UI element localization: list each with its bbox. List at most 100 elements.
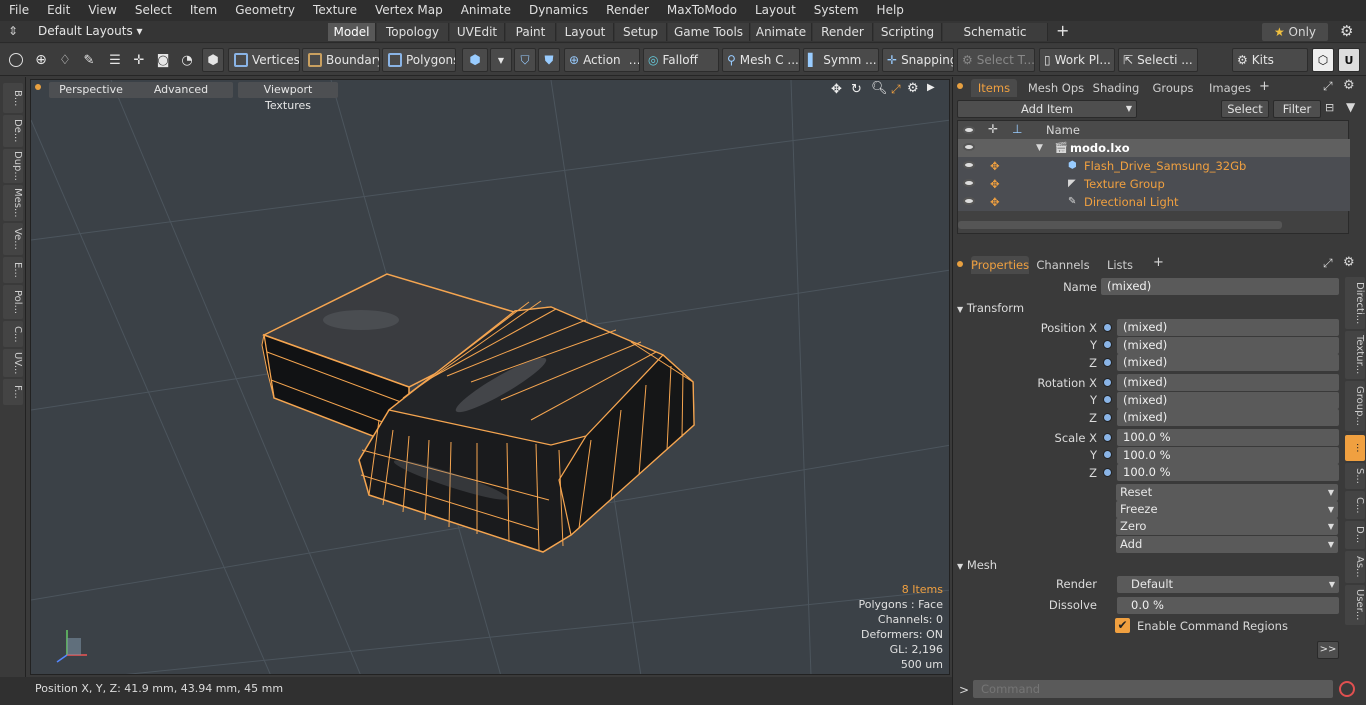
tab-layout[interactable]: Layout [557, 23, 614, 41]
scale-z-anim-dot[interactable] [1103, 468, 1112, 477]
add-properties-tab-button[interactable]: + [1153, 255, 1164, 270]
left-tab-basic[interactable]: B... [3, 83, 23, 113]
position-x-field[interactable]: (mixed) [1117, 319, 1339, 336]
menu-item[interactable]: Item [181, 0, 226, 21]
tab-lists[interactable]: Lists [1099, 256, 1141, 274]
symmetry-button[interactable]: ▌ Symm ... [803, 48, 879, 72]
work-plane-button[interactable]: ▯ Work Pl... [1039, 48, 1115, 72]
layout-selector[interactable]: Default Layouts ▾ [38, 24, 143, 38]
scale-x-field[interactable]: 100.0 % [1117, 429, 1339, 446]
rotation-z-anim-dot[interactable] [1103, 413, 1112, 422]
right-tab-as[interactable]: As... [1345, 551, 1365, 583]
rotation-x-field[interactable]: (mixed) [1117, 374, 1339, 391]
viewport-canvas[interactable] [31, 80, 950, 675]
items-gear-icon[interactable]: ⚙ [1343, 78, 1355, 93]
perspective-button[interactable]: Perspective [49, 82, 133, 98]
position-y-anim-dot[interactable] [1103, 340, 1112, 349]
select-through-button[interactable]: ⚙ Select T... [957, 48, 1035, 72]
tab-setup[interactable]: Setup [615, 23, 667, 41]
boundary-button[interactable]: Boundary [302, 48, 380, 72]
position-z-field[interactable]: (mixed) [1117, 354, 1339, 371]
right-tab-s[interactable]: S... [1345, 463, 1365, 489]
unreal-button[interactable]: U [1338, 48, 1360, 72]
expand-panel-icon[interactable]: ⤢ [1323, 79, 1333, 94]
menu-animate[interactable]: Animate [452, 0, 520, 21]
menu-layout[interactable]: Layout [746, 0, 805, 21]
tab-paint[interactable]: Paint [506, 23, 556, 41]
eye-icon[interactable] [963, 143, 975, 151]
lock-icon[interactable]: ✥ [990, 175, 1000, 193]
action-button[interactable]: ⊕ Action… [564, 48, 640, 72]
add-item-button[interactable]: Add Item ▼ [957, 100, 1137, 118]
right-tab-texture[interactable]: Textur... [1345, 331, 1365, 379]
eye-icon[interactable] [963, 179, 975, 187]
left-tab-polygon[interactable]: Pol... [3, 285, 23, 319]
tab-shading[interactable]: Shading [1089, 79, 1143, 97]
viewport-more-icon[interactable]: ▶ [927, 82, 935, 93]
right-tab-directional[interactable]: Directi... [1345, 277, 1365, 329]
item-mode-button[interactable]: ⬢ [202, 48, 224, 72]
left-tab-mesh[interactable]: Mes... [3, 185, 23, 221]
unity-button[interactable]: ⬡ [1312, 48, 1334, 72]
scale-y-anim-dot[interactable] [1103, 450, 1112, 459]
expand-properties-icon[interactable]: ⤢ [1323, 256, 1333, 271]
name-field[interactable]: (mixed) [1101, 278, 1339, 295]
render-dropdown[interactable]: Default [1117, 576, 1339, 593]
paint-select-button[interactable]: ✎ [78, 48, 100, 72]
right-tab-active[interactable]: ... [1345, 435, 1365, 461]
tab-channels[interactable]: Channels [1035, 256, 1091, 274]
tab-images[interactable]: Images [1203, 79, 1257, 97]
layout-arrows-icon[interactable]: ⇕ [8, 24, 18, 38]
properties-panel-menu-dot[interactable] [957, 261, 963, 267]
more-button[interactable]: >> [1317, 641, 1339, 659]
rotation-y-field[interactable]: (mixed) [1117, 392, 1339, 409]
zero-dropdown[interactable]: Zero [1116, 518, 1338, 535]
properties-gear-icon[interactable]: ⚙ [1343, 255, 1355, 270]
select-mode-button[interactable] [4, 48, 28, 72]
rotation-z-field[interactable]: (mixed) [1117, 409, 1339, 426]
command-input[interactable] [973, 680, 1333, 698]
left-tab-uv[interactable]: UV... [3, 349, 23, 377]
viewport-menu-dot[interactable] [35, 84, 41, 90]
tab-uvedit[interactable]: UVEdit [450, 23, 505, 41]
tree-row[interactable]: ✥ ◤ Texture Group [958, 175, 1350, 193]
rotate-view-icon[interactable]: ↻ [851, 82, 862, 97]
selection-sets-button[interactable]: ⇱ Selecti ... [1118, 48, 1198, 72]
funnel-icon[interactable]: ▼ [1346, 100, 1355, 114]
add-tab-button[interactable]: + [1056, 21, 1069, 40]
align-button[interactable]: ☰ [104, 48, 126, 72]
move-view-icon[interactable]: ✥ [831, 82, 842, 97]
snapping-button[interactable]: ✛ Snapping [882, 48, 954, 72]
scale-z-field[interactable]: 100.0 % [1117, 464, 1339, 481]
3d-viewport[interactable]: Perspective Advanced Viewport Textures ✥… [30, 79, 950, 675]
lock-icon[interactable]: ✥ [990, 157, 1000, 175]
gear-icon[interactable]: ⚙ [1340, 22, 1353, 40]
menu-view[interactable]: View [79, 0, 125, 21]
right-tab-user[interactable]: User... [1345, 585, 1365, 625]
eye-icon[interactable] [963, 197, 975, 205]
menu-render[interactable]: Render [597, 0, 658, 21]
rotation-x-anim-dot[interactable] [1103, 378, 1112, 387]
dissolve-field[interactable]: 0.0 % [1117, 597, 1339, 614]
falloff-button[interactable]: ◎ Falloff [643, 48, 719, 72]
reset-dropdown[interactable]: Reset [1116, 484, 1338, 501]
menu-system[interactable]: System [805, 0, 868, 21]
tab-scripting[interactable]: Scripting [874, 23, 942, 41]
kits-button[interactable]: ⚙ Kits [1232, 48, 1308, 72]
flash-drive-mesh[interactable] [261, 273, 695, 553]
viewport-textures-button[interactable]: Viewport Textures [238, 82, 338, 112]
left-tab-edge[interactable]: E... [3, 257, 23, 283]
pivot-button[interactable]: ⛉ [514, 48, 536, 72]
tab-animate[interactable]: Animate [751, 23, 812, 41]
menu-texture[interactable]: Texture [304, 0, 366, 21]
tree-row[interactable]: ✥ ✎ Directional Light [958, 193, 1350, 211]
material-dropdown[interactable]: ▼ [490, 48, 512, 72]
add-panel-tab-button[interactable]: + [1259, 79, 1270, 94]
left-tab-deform[interactable]: De... [3, 115, 23, 147]
globe-button[interactable]: ⊕ [30, 48, 52, 72]
tab-model[interactable]: Model [328, 23, 376, 41]
viewport-gear-icon[interactable]: ⚙ [907, 81, 919, 96]
items-panel-menu-dot[interactable] [957, 83, 963, 89]
zoom-view-icon[interactable]: 🔍︎ [871, 81, 888, 96]
expand-icon[interactable]: ▼ [1036, 139, 1043, 157]
